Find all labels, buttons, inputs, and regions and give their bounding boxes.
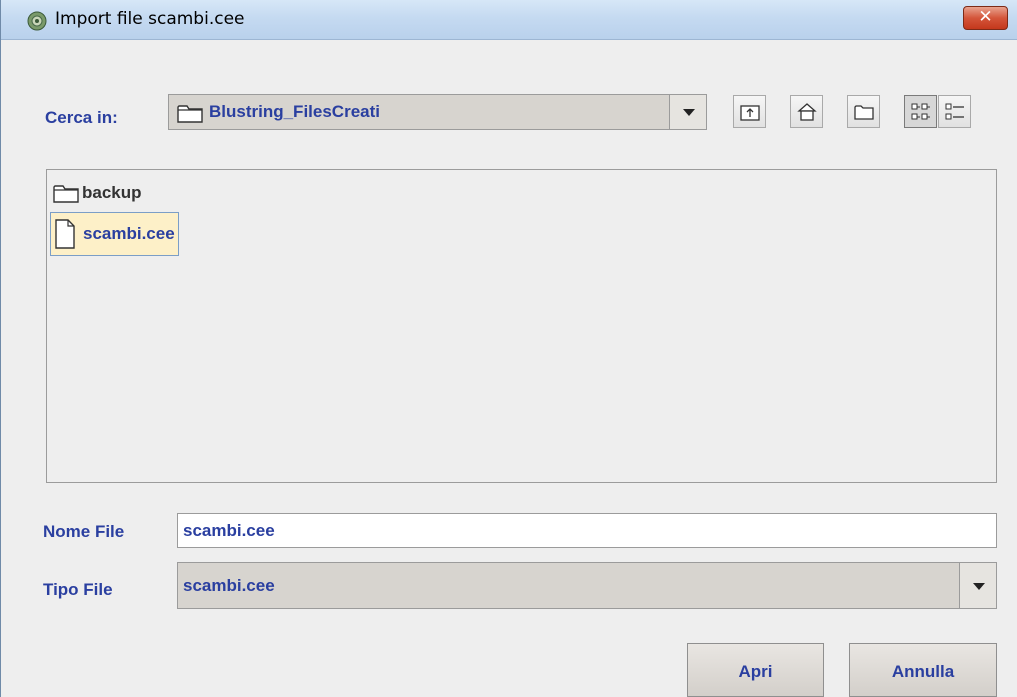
file-name-input[interactable] bbox=[178, 514, 996, 547]
look-in-combo[interactable]: Blustring_FilesCreati bbox=[168, 94, 707, 130]
close-icon: ✕ bbox=[978, 7, 993, 27]
list-item-file[interactable]: scambi.cee bbox=[50, 212, 179, 256]
file-type-value: scambi.cee bbox=[183, 575, 275, 595]
list-view-icon bbox=[911, 103, 930, 120]
file-name: scambi.cee bbox=[83, 224, 175, 243]
file-chooser-dialog: Import file scambi.cee ✕ Cerca in: Blust… bbox=[0, 0, 1017, 697]
current-folder-text: Blustring_FilesCreati bbox=[209, 102, 380, 121]
look-in-label: Cerca in: bbox=[45, 108, 118, 127]
folder-icon bbox=[53, 185, 79, 203]
list-view-button[interactable] bbox=[904, 95, 937, 128]
home-button[interactable] bbox=[790, 95, 823, 128]
folder-name: backup bbox=[82, 183, 142, 202]
window-title: Import file scambi.cee bbox=[55, 9, 245, 29]
look-in-dropdown-arrow[interactable] bbox=[669, 95, 706, 129]
file-type-combo[interactable]: scambi.cee bbox=[177, 562, 997, 609]
document-icon bbox=[55, 219, 75, 249]
open-button[interactable]: Apri bbox=[687, 643, 824, 697]
details-view-button[interactable] bbox=[938, 95, 971, 128]
home-icon bbox=[797, 103, 817, 121]
close-button[interactable]: ✕ bbox=[963, 6, 1008, 30]
file-name-field[interactable] bbox=[177, 513, 997, 548]
file-type-label: Tipo File bbox=[43, 580, 113, 599]
up-folder-icon bbox=[740, 105, 760, 121]
title-bar[interactable]: Import file scambi.cee ✕ bbox=[1, 0, 1017, 40]
new-folder-button[interactable] bbox=[847, 95, 880, 128]
list-item-folder[interactable]: backup bbox=[50, 178, 145, 208]
file-list[interactable]: backup scambi.cee bbox=[46, 169, 997, 483]
details-view-icon bbox=[945, 103, 964, 120]
folder-icon bbox=[177, 103, 203, 128]
app-emblem-icon bbox=[27, 11, 47, 31]
new-folder-icon bbox=[854, 105, 874, 120]
file-type-dropdown-arrow[interactable] bbox=[959, 563, 996, 608]
file-name-label: Nome File bbox=[43, 522, 125, 541]
cancel-button[interactable]: Annulla bbox=[849, 643, 997, 697]
up-one-level-button[interactable] bbox=[733, 95, 766, 128]
